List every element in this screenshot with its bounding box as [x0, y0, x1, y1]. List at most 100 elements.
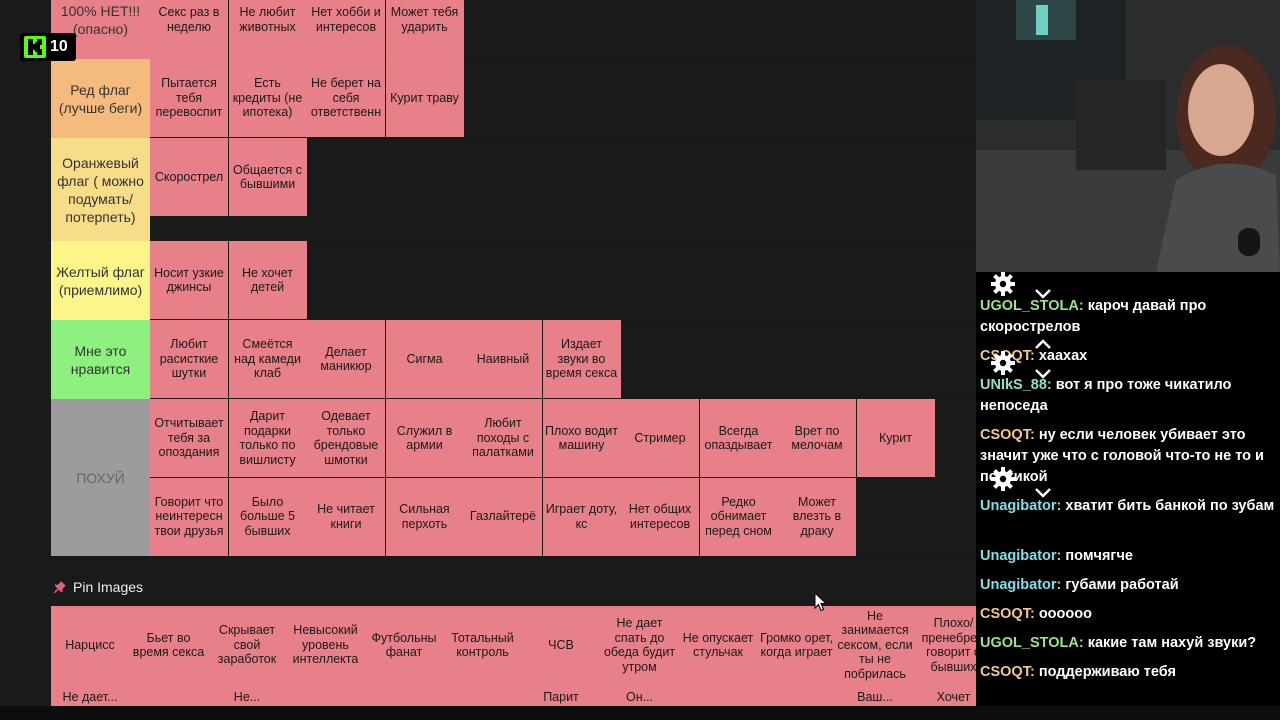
- pinned-item-tile[interactable]: Не дает спать до обеда будит утром: [601, 606, 679, 684]
- pinned-item-tile[interactable]: Плохо/ пренебреж говорит о бывших: [915, 606, 976, 684]
- chat-message: CSOQT: поддерживаю тебя: [980, 662, 1276, 683]
- pinned-item-tile[interactable]: Невысокий уровень интеллекта: [287, 606, 365, 684]
- chevron-down-icon[interactable]: [1034, 487, 1052, 499]
- tier-item-tile[interactable]: Любит расисткие шутки: [150, 320, 228, 398]
- gear-icon[interactable]: [989, 271, 1017, 297]
- tier-row: Оранжевый флаг ( можно подумать/ потерпе…: [51, 138, 976, 242]
- chat-separator: :: [1029, 348, 1039, 364]
- tier-item-tile[interactable]: Говорит что неинтересн твои друзья: [150, 477, 228, 556]
- chevron-down-icon[interactable]: [1034, 288, 1052, 300]
- chat-text: губами работай: [1065, 577, 1179, 593]
- tier-item-tile[interactable]: Носит узкие джинсы: [150, 241, 228, 319]
- tier-item-tile[interactable]: Наивный: [464, 320, 542, 398]
- tier-item-tile[interactable]: Делает маникюр: [307, 320, 385, 398]
- chat-username[interactable]: CSOQT: [980, 427, 1030, 443]
- tier-item-tile[interactable]: Скорострел: [150, 138, 228, 216]
- tier-item-tile[interactable]: Есть кредиты (не ипотека): [228, 59, 307, 137]
- pinned-item-tile[interactable]: Футбольны фанат: [365, 606, 443, 684]
- tier-item-tile[interactable]: Нет хобби и интересов: [307, 0, 385, 59]
- tier-item-tile[interactable]: Может тебя ударить: [385, 0, 464, 59]
- chat-username[interactable]: Unagibator: [980, 498, 1057, 514]
- chat-message: UGOL_STOLA: какие там нахуй звуки?: [980, 633, 1276, 654]
- chat-separator: :: [1029, 664, 1039, 680]
- tier-label[interactable]: Ред флаг (лучше беги): [51, 59, 150, 138]
- chat-separator: :: [1078, 298, 1088, 314]
- tier-item-tile[interactable]: Сильная перхоть: [385, 477, 464, 556]
- chat-panel: UGOL_STOLA: кароч давай про скорострелов…: [976, 272, 1280, 720]
- tier-item-tile[interactable]: Общается с бывшими: [228, 138, 307, 216]
- tier-item-tile[interactable]: Курит траву: [385, 59, 464, 137]
- tier-item-tile[interactable]: Не читает книги: [307, 477, 385, 556]
- pin-icon: [54, 581, 66, 593]
- tier-label[interactable]: Желтый флаг (приемлимо): [51, 241, 150, 320]
- chat-message: Unagibator: губами работай: [980, 575, 1276, 596]
- pin-images-area: Нарцисс Бьет во время секса Скрывает свой …: [51, 606, 976, 720]
- tier-row: ПОХУЙ Отчитывает тебя за опоздания Дарит п…: [51, 399, 976, 557]
- tier-item-tile[interactable]: Плохо водит машину: [542, 399, 621, 477]
- tier-items: Секс раз в неделю Не любит животных Нет хо…: [150, 0, 976, 59]
- tier-row: Мне это нравится Любит расисткие шутки Сме…: [51, 320, 976, 400]
- tier-label[interactable]: Мне это нравится: [51, 320, 150, 399]
- tier-item-tile[interactable]: Не берет на себя ответственн: [307, 59, 385, 137]
- tier-item-tile[interactable]: Может влезть в драку: [778, 477, 856, 556]
- tier-label[interactable]: Оранжевый флаг ( можно подумать/ потерпе…: [51, 138, 150, 241]
- tier-item-tile[interactable]: Всегда опаздывает: [699, 399, 778, 477]
- tier-item-tile[interactable]: Редко обнимает перед сном: [699, 477, 778, 556]
- pin-images-header[interactable]: Pin Images: [53, 577, 143, 597]
- tier-row: Желтый флаг (приемлимо) Носит узкие джинс…: [51, 241, 976, 321]
- gear-icon[interactable]: [989, 350, 1017, 376]
- chat-username[interactable]: Unagibator: [980, 577, 1057, 593]
- tier-item-tile[interactable]: Газлайтерё: [464, 477, 542, 556]
- chat-username[interactable]: CSOQT: [980, 664, 1030, 680]
- tier-item-tile[interactable]: Не любит животных: [228, 0, 307, 59]
- chat-text: поддерживаю тебя: [1038, 664, 1176, 680]
- chat-username[interactable]: Unagibator: [980, 548, 1057, 564]
- chat-message: UGOL_STOLA: кароч давай про скорострелов: [980, 296, 1276, 338]
- tier-list-canvas: 100% НЕТ!!! (опасно) Секс раз в неделю Не …: [0, 0, 976, 720]
- webcam-image: [976, 0, 1280, 272]
- tier-items: Носит узкие джинсы Не хочет детей: [150, 241, 976, 320]
- tier-item-tile[interactable]: Курит: [856, 399, 935, 477]
- tier-item-tile[interactable]: Стример: [621, 399, 699, 477]
- pinned-item-tile[interactable]: Не опускает стульчак: [679, 606, 757, 684]
- webcam-feed: [976, 0, 1280, 272]
- pinned-item-tile[interactable]: Громко орет, когда играет: [758, 606, 836, 684]
- pinned-item-tile[interactable]: ЧСВ: [522, 606, 600, 684]
- chat-separator: :: [1029, 427, 1039, 443]
- pinned-item-tile[interactable]: Скрывает свой заработок: [208, 606, 286, 684]
- pinned-item-tile[interactable]: Нарцисс: [51, 606, 129, 684]
- tier-row: Ред флаг (лучше беги) Пытается тебя перев…: [51, 59, 976, 139]
- tier-item-tile[interactable]: Служил в армии: [385, 399, 464, 477]
- chat-message: Unagibator: помчягче: [980, 546, 1276, 567]
- pinned-item-tile[interactable]: Тотальный контроль: [444, 606, 522, 684]
- tier-item-tile[interactable]: Было больше 5 бывших: [228, 477, 307, 556]
- tier-item-tile[interactable]: Отчитывает тебя за опоздания: [150, 399, 228, 477]
- chat-message: CSOQT: оооооо: [980, 604, 1276, 625]
- tier-item-tile[interactable]: Дарит подарки только по вишлисту: [228, 399, 307, 477]
- chat-username[interactable]: UGOL_STOLA: [980, 635, 1079, 651]
- tier-item-tile[interactable]: Секс раз в неделю: [150, 0, 228, 59]
- chat-username[interactable]: UGOL_STOLA: [980, 298, 1079, 314]
- chat-username[interactable]: CSOQT: [980, 606, 1030, 622]
- tier-item-tile[interactable]: Нет общих интересов: [621, 477, 699, 556]
- pinned-item-tile[interactable]: Не занимается сексом, если ты не побрила…: [836, 606, 914, 684]
- tier-item-tile[interactable]: Смеётся над камеди клаб: [228, 320, 307, 398]
- pinned-item-tile[interactable]: Бьет во время секса: [130, 606, 208, 684]
- tier-item-tile[interactable]: Пытается тебя перевоспит: [150, 59, 228, 137]
- tier-item-tile[interactable]: Любит походы с палатками: [464, 399, 542, 477]
- tier-item-tile[interactable]: Издает звуки во время секса: [542, 320, 621, 398]
- kick-viewer-badge: 10: [20, 33, 76, 61]
- chevron-down-icon[interactable]: [1034, 368, 1052, 380]
- pin-images-label: Pin Images: [73, 579, 144, 595]
- tier-item-tile[interactable]: Играет доту, кс: [542, 477, 621, 556]
- tier-items: Скорострел Общается с бывшими: [150, 138, 976, 241]
- tier-item-tile[interactable]: Не хочет детей: [228, 241, 307, 319]
- chat-text: оооооо: [1038, 606, 1092, 622]
- tier-label[interactable]: ПОХУЙ: [51, 399, 150, 556]
- chevron-up-icon[interactable]: [1034, 338, 1052, 350]
- gear-icon[interactable]: [989, 466, 1017, 492]
- tier-item-tile[interactable]: Одевает только брендовые шмотки: [307, 399, 385, 477]
- tier-item-tile[interactable]: Врет по мелочам: [778, 399, 856, 477]
- tier-item-tile[interactable]: Сигма: [385, 320, 464, 398]
- chat-text: хватит бить банкой по зубам: [1065, 498, 1275, 514]
